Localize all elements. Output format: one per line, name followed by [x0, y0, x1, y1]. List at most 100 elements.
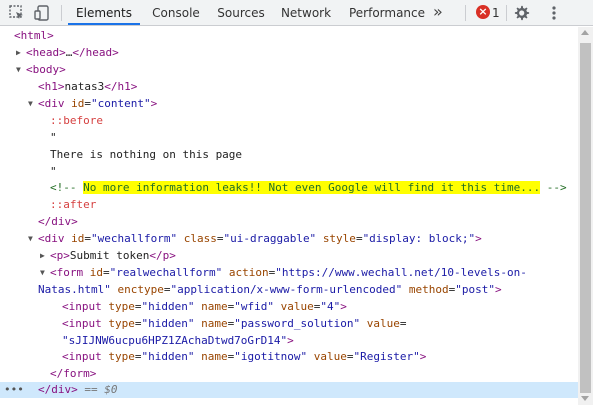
attr-value: Natas.html"	[38, 283, 111, 296]
tree-node-text-quote[interactable]: "	[0, 130, 578, 146]
tree-node-form[interactable]: ▼ <form id="realwechallform" action="htt…	[0, 265, 578, 281]
tag-close-bracket: >	[150, 97, 158, 110]
collapse-arrow-icon[interactable]: ▼	[16, 62, 21, 78]
h1-open-tag: <h1>	[38, 80, 65, 93]
form-close-tag: </form>	[50, 367, 97, 380]
attr-value: "display: block;"	[362, 232, 476, 245]
tab-network[interactable]: Network	[277, 0, 335, 25]
tree-node-p[interactable]: ▶ <p>Submit token</p>	[0, 248, 578, 264]
tree-node-div-content[interactable]: ▼ <div id="content">	[0, 96, 578, 112]
error-count[interactable]: 1	[492, 0, 500, 25]
elements-tree[interactable]: <html> ▶ <head>…</head> ▼ <body> <h1>nat…	[0, 27, 578, 405]
gear-icon[interactable]	[513, 4, 531, 22]
expand-arrow-icon[interactable]: ▶	[40, 248, 45, 264]
attr-name: name	[201, 317, 228, 330]
collapse-arrow-icon[interactable]: ▼	[28, 231, 33, 247]
attr-name: type	[108, 350, 135, 363]
tree-node-form-close[interactable]: </form>	[0, 366, 578, 382]
tag-close-bracket: >	[340, 300, 347, 313]
tree-node-selected-div-close[interactable]: ••• </div> == $0	[0, 382, 578, 398]
tree-node-form-cont[interactable]: Natas.html" enctype="application/x-www-f…	[0, 282, 578, 298]
attr-name: value	[313, 350, 347, 363]
scroll-up-arrow-icon[interactable]	[581, 30, 589, 35]
html-open-tag: <html>	[14, 29, 54, 42]
tree-node-input-wfid[interactable]: <input type="hidden" name="wfid" value="…	[0, 299, 578, 315]
attr-equals: =	[399, 317, 407, 330]
comment-open: <!--	[50, 181, 84, 194]
more-vert-icon[interactable]	[545, 4, 563, 22]
attr-value: "realwechallform"	[109, 266, 223, 279]
tree-node-body[interactable]: ▼ <body>	[0, 62, 578, 78]
attr-name: id	[71, 232, 85, 245]
active-tab-indicator	[68, 23, 140, 25]
tree-node-text-quote[interactable]: "	[0, 164, 578, 180]
tag-close-bracket: >	[419, 350, 427, 363]
tree-node-input-password[interactable]: <input type="hidden" name="password_solu…	[0, 316, 578, 332]
tab-console[interactable]: Console	[146, 0, 206, 25]
p-text: Submit token	[69, 249, 150, 262]
attr-value: "hidden"	[141, 300, 195, 313]
tab-elements[interactable]: Elements	[68, 0, 140, 25]
devtools-toolbar: Elements Console Sources Network Perform…	[0, 0, 593, 26]
tag-close-bracket: >	[287, 334, 294, 347]
selected-node-marker: == $0	[84, 383, 118, 396]
tree-node-div-wechallform[interactable]: ▼ <div id="wechallform" class="ui-dragga…	[0, 231, 578, 247]
attr-name: type	[108, 317, 135, 330]
attr-value: "post"	[455, 283, 496, 296]
attr-value: "wechallform"	[91, 232, 178, 245]
scrollbar-thumb[interactable]	[580, 43, 591, 393]
attr-value: "wfid"	[234, 300, 274, 313]
tree-node-input-password-cont[interactable]: "sJIJNW6ucpu6HPZ1ZAchaDtwd7oGrD14">	[0, 333, 578, 349]
toolbar-separator	[465, 5, 466, 21]
tree-node-h1[interactable]: <h1>natas3</h1>	[0, 79, 578, 95]
input-open-tag: <input	[62, 300, 102, 313]
scroll-down-arrow-icon[interactable]	[581, 396, 589, 401]
after-pseudo: ::after	[50, 198, 97, 211]
head-close-tag: </head>	[72, 46, 119, 59]
error-icon[interactable]: ×	[476, 5, 490, 19]
attr-value: "hidden"	[141, 350, 195, 363]
tree-node-before[interactable]: ::before	[0, 113, 578, 129]
device-toggle-icon[interactable]	[34, 4, 52, 22]
text-quote: "	[50, 131, 57, 144]
attr-value: "igotitnow"	[234, 350, 308, 363]
more-tabs-button[interactable]: »	[433, 0, 443, 25]
tree-node-head[interactable]: ▶ <head>…</head>	[0, 45, 578, 61]
attr-value: "ui-draggable"	[223, 232, 317, 245]
tree-node-div-close[interactable]: </div>	[0, 214, 578, 230]
attr-name: action	[228, 266, 269, 279]
h1-text: natas3	[64, 80, 105, 93]
comment-text: No more information leaks!! Not even Goo…	[83, 181, 541, 194]
attr-name: class	[183, 232, 217, 245]
attr-name: enctype	[117, 283, 164, 296]
tree-node-comment[interactable]: <!-- No more information leaks!! Not eve…	[0, 180, 578, 196]
comment-close: -->	[540, 181, 567, 194]
tree-node-input-igotitnow[interactable]: <input type="hidden" name="igotitnow" va…	[0, 349, 578, 365]
node-actions-icon[interactable]: •••	[4, 382, 24, 398]
tab-sources[interactable]: Sources	[212, 0, 270, 25]
tab-performance[interactable]: Performance	[346, 0, 428, 25]
input-open-tag: <input	[62, 350, 102, 363]
attr-name: value	[280, 300, 314, 313]
inspect-icon[interactable]	[8, 4, 26, 22]
tree-node-text[interactable]: There is nothing on this page	[0, 147, 578, 163]
attr-name: type	[108, 300, 135, 313]
collapse-arrow-icon[interactable]: ▼	[28, 96, 33, 112]
attr-value: "Register"	[353, 350, 420, 363]
attr-name: style	[322, 232, 356, 245]
attr-name: name	[201, 350, 228, 363]
attr-value: "password_solution"	[234, 317, 361, 330]
collapse-arrow-icon[interactable]: ▼	[40, 265, 45, 281]
h1-close-tag: </h1>	[104, 80, 138, 93]
attr-name: name	[201, 300, 228, 313]
tree-node-html[interactable]: <html>	[0, 28, 578, 44]
p-close-tag: </p>	[149, 249, 176, 262]
div-close-tag: </div>	[38, 215, 78, 228]
before-pseudo: ::before	[50, 114, 103, 127]
form-open-tag: <form	[50, 266, 84, 279]
p-open-tag: <p>	[50, 249, 70, 262]
tree-node-after[interactable]: ::after	[0, 197, 578, 213]
password-value: "sJIJNW6ucpu6HPZ1ZAchaDtwd7oGrD14"	[62, 334, 288, 347]
expand-arrow-icon[interactable]: ▶	[16, 45, 21, 61]
tag-close-bracket: >	[475, 232, 482, 245]
